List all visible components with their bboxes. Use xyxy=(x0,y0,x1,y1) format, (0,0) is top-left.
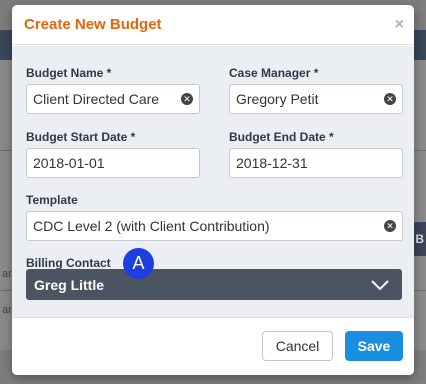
background-row-divider xyxy=(414,290,426,291)
modal-header: Create New Budget × xyxy=(12,5,414,45)
billing-contact-value: Greg Little xyxy=(34,276,105,293)
background-row-divider xyxy=(0,290,12,291)
template-label: Template xyxy=(26,193,78,207)
annotation-marker: A xyxy=(123,248,154,279)
clear-icon[interactable]: ✕ xyxy=(384,220,396,232)
start-date-label: Budget Start Date * xyxy=(26,130,136,144)
background-header-right xyxy=(414,30,426,60)
clear-icon[interactable]: ✕ xyxy=(181,93,193,105)
modal-body: Budget Name * Client Directed Care ✕ Cas… xyxy=(12,46,414,317)
background-column-char: B xyxy=(415,232,424,246)
case-manager-field[interactable]: Gregory Petit ✕ xyxy=(229,84,403,114)
start-date-value: 2018-01-01 xyxy=(33,155,105,171)
billing-contact-select[interactable]: Greg Little xyxy=(26,269,402,300)
close-icon[interactable]: × xyxy=(395,16,404,34)
case-manager-label: Case Manager * xyxy=(229,66,319,80)
modal-title: Create New Budget xyxy=(24,16,162,33)
create-budget-modal: Create New Budget × Budget Name * Client… xyxy=(12,5,414,375)
modal-footer: Cancel Save xyxy=(12,317,414,375)
background-row-divider xyxy=(414,150,426,151)
budget-name-label: Budget Name * xyxy=(26,66,112,80)
end-date-field[interactable]: 2018-12-31 xyxy=(229,148,403,178)
budget-name-value: Client Directed Care xyxy=(33,91,160,107)
save-button[interactable]: Save xyxy=(345,331,403,361)
clear-icon[interactable]: ✕ xyxy=(384,93,396,105)
budget-name-field[interactable]: Client Directed Care ✕ xyxy=(26,84,200,114)
start-date-field[interactable]: 2018-01-01 xyxy=(26,148,200,178)
chevron-down-icon xyxy=(371,279,389,290)
cancel-button[interactable]: Cancel xyxy=(262,331,333,361)
billing-contact-label: Billing Contact xyxy=(26,256,111,270)
background-header-left xyxy=(0,30,12,60)
end-date-value: 2018-12-31 xyxy=(236,155,308,171)
background-row-divider xyxy=(0,150,12,151)
template-value: CDC Level 2 (with Client Contribution) xyxy=(33,218,270,234)
background-table-right xyxy=(414,60,426,350)
end-date-label: Budget End Date * xyxy=(229,130,334,144)
template-field[interactable]: CDC Level 2 (with Client Contribution) ✕ xyxy=(26,211,403,241)
case-manager-value: Gregory Petit xyxy=(236,91,319,107)
